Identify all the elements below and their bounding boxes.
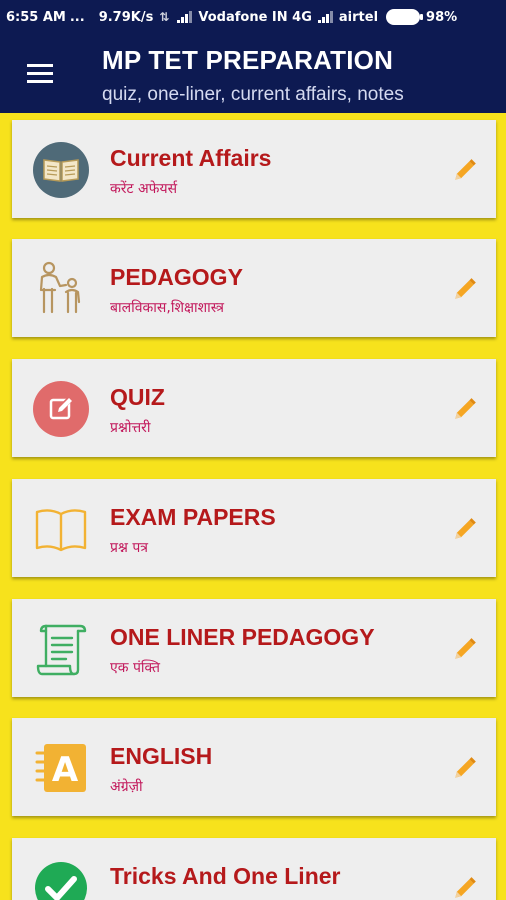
signal-icon [317, 11, 334, 23]
card-subtitle: अंग्रेज़ी [110, 779, 143, 795]
menu-card-tricks-and-one-liner[interactable]: Tricks And One Liner [12, 838, 496, 900]
data-transfer-icon: ⇅ [159, 10, 170, 24]
menu-card-one-liner-pedagogy[interactable]: ONE LINER PEDAGOGY एक पंक्ति [12, 599, 496, 697]
app-title: MP TET PREPARATION [102, 45, 394, 75]
pencil-icon[interactable] [452, 396, 478, 422]
app-bar: MP TET PREPARATION quiz, one-liner, curr… [0, 34, 506, 113]
carrier-airtel: airtel [338, 9, 379, 25]
pencil-icon[interactable] [452, 276, 478, 302]
pencil-icon[interactable] [452, 875, 478, 900]
card-subtitle: बालविकास,शिक्षाशास्त्र [110, 300, 224, 316]
scroll-icon [36, 624, 87, 676]
carrier-vodafone: Vodafone IN 4G [198, 9, 312, 25]
app-subtitle: quiz, one-liner, current affairs, notes [102, 84, 404, 105]
pencil-icon[interactable] [452, 636, 478, 662]
book-circle-icon [33, 142, 89, 198]
card-title: Current Affairs [110, 145, 272, 171]
parent-child-icon [39, 261, 81, 314]
card-title: QUIZ [110, 384, 165, 410]
network-speed: 9.79K/s [98, 9, 154, 25]
checkmark-circle-icon [35, 862, 87, 900]
pencil-icon[interactable] [452, 157, 478, 183]
english-notebook-icon: A [35, 744, 86, 792]
signal-icon [177, 11, 193, 23]
card-subtitle: करेंट अफेयर्स [110, 181, 178, 197]
hamburger-menu-icon[interactable] [27, 64, 53, 84]
status-time: 6:55 AM [6, 9, 66, 25]
menu-card-current-affairs[interactable]: Current Affairs करेंट अफेयर्स [12, 120, 496, 218]
menu-card-quiz[interactable]: QUIZ प्रश्नोत्तरी [12, 359, 496, 457]
open-book-icon [35, 509, 87, 552]
menu-card-english[interactable]: A ENGLISH अंग्रेज़ी [12, 718, 496, 816]
pencil-icon[interactable] [452, 516, 478, 542]
menu-card-exam-papers[interactable]: EXAM PAPERS प्रश्न पत्र [12, 479, 496, 577]
menu-card-pedagogy[interactable]: PEDAGOGY बालविकास,शिक्षाशास्त्र [12, 239, 496, 337]
menu-list: Current Affairs करेंट अफेयर्स PEDAGOGY ब… [0, 113, 506, 900]
status-dots: ... [69, 9, 85, 25]
pencil-icon[interactable] [452, 755, 478, 781]
card-title: Tricks And One Liner [110, 863, 341, 889]
card-title: ONE LINER PEDAGOGY [110, 624, 375, 650]
card-title: ENGLISH [110, 743, 213, 769]
svg-text:A: A [52, 750, 79, 790]
card-subtitle: प्रश्नोत्तरी [110, 420, 151, 436]
quiz-edit-icon [33, 381, 89, 437]
card-title: EXAM PAPERS [110, 504, 276, 530]
card-title: PEDAGOGY [110, 264, 243, 290]
card-subtitle: प्रश्न पत्र [110, 540, 148, 556]
battery-icon [386, 9, 424, 25]
battery-level: 98% [426, 9, 458, 25]
card-subtitle: एक पंक्ति [110, 660, 161, 676]
status-bar: 6:55 AM ... 9.79K/s ⇅ Vodafone IN 4G air… [0, 0, 506, 34]
